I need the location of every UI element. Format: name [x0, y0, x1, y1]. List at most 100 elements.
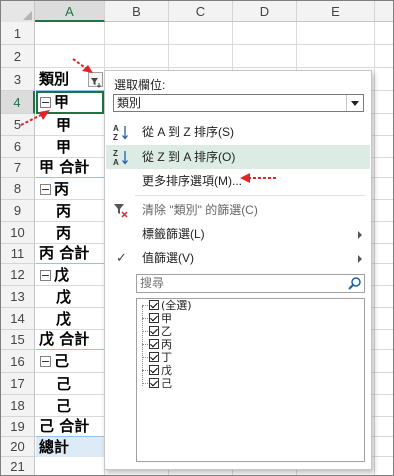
field-select-value: 類別 [117, 96, 142, 110]
sort-az-item[interactable]: A Z 從 A 到 Z 排序(S) [106, 120, 370, 144]
svg-text:Z: Z [113, 149, 118, 158]
list-item[interactable]: 戊 [142, 364, 172, 377]
pivot-item-cell[interactable]: 丙 [36, 178, 104, 200]
pivot-field-label: 類別 [39, 70, 70, 88]
pivot-cell[interactable]: 甲 [36, 114, 104, 136]
row-header-12[interactable]: 12 [1, 264, 35, 286]
list-item[interactable]: 己 [142, 377, 172, 390]
clear-filter-icon [114, 204, 128, 218]
list-item[interactable]: 乙 [142, 325, 172, 338]
sort-za-icon: Z A [113, 149, 128, 166]
clear-filter-item[interactable]: 清除 "類別" 的篩選(C) [106, 198, 370, 222]
collapse-icon[interactable] [40, 356, 51, 367]
row-header-17[interactable]: 17 [1, 373, 35, 395]
submenu-arrow-icon [358, 255, 362, 263]
pivot-item-cell[interactable]: 甲 [36, 91, 104, 114]
pivot-cell[interactable]: 甲 [36, 136, 104, 158]
filter-dropdown-button[interactable] [88, 72, 103, 88]
row-header-11[interactable]: 11 [1, 244, 35, 264]
search-box[interactable] [136, 274, 365, 293]
row-header-21[interactable]: 21 [1, 457, 35, 475]
list-item[interactable]: 甲 [142, 312, 172, 325]
more-sort-options-item[interactable]: 更多排序選項(M)... [106, 169, 370, 193]
label-filter-item[interactable]: 標籤篩選(L) [106, 222, 370, 246]
checkbox[interactable] [149, 365, 159, 375]
search-input[interactable] [137, 275, 340, 291]
filter-item-list: (全選) 甲 乙 丙 丁 戊 己 [136, 298, 365, 462]
row-header-6[interactable]: 6 [1, 136, 35, 158]
column-header-d[interactable]: D [233, 1, 297, 22]
pivot-cell[interactable]: 戊 [36, 286, 104, 308]
svg-text:Z: Z [113, 133, 118, 141]
list-item-label: 己 [161, 377, 172, 390]
pivot-item-cell[interactable]: 己 [36, 350, 104, 373]
collapse-icon[interactable] [40, 97, 51, 108]
row-header-13[interactable]: 13 [1, 286, 35, 308]
row-header-18[interactable]: 18 [1, 395, 35, 417]
pivot-cell[interactable]: 己 [36, 373, 104, 395]
pivot-cell[interactable]: 丙 [36, 200, 104, 222]
list-item[interactable]: 丁 [142, 351, 172, 364]
row-header-5[interactable]: 5 [1, 114, 35, 136]
row-header-20[interactable]: 20 [1, 437, 35, 457]
subtotal-cell[interactable]: 戊 合計 [36, 329, 104, 350]
row-header-14[interactable]: 14 [1, 308, 35, 330]
gridline [35, 44, 393, 45]
pivot-cell[interactable]: 丙 [36, 222, 104, 244]
list-item[interactable]: 丙 [142, 338, 172, 351]
pivot-item-cell[interactable]: 戊 [36, 264, 104, 286]
subtotal-cell[interactable]: 丙 合計 [36, 243, 104, 264]
field-select[interactable]: 類別 [113, 94, 364, 112]
list-item-select-all[interactable]: (全選) [142, 299, 192, 312]
pivot-cell[interactable]: 戊 [36, 308, 104, 330]
column-header-c[interactable]: C [169, 1, 233, 22]
search-icon[interactable] [347, 276, 362, 291]
row-header-4[interactable]: 4 [1, 91, 35, 114]
row-header-10[interactable]: 10 [1, 222, 35, 244]
checkmark-icon: ✓ [116, 250, 127, 265]
pivot-item-label: 甲 [54, 93, 70, 111]
row-header-2[interactable]: 2 [1, 45, 35, 68]
checkbox[interactable] [149, 326, 159, 336]
menu-separator [135, 195, 365, 196]
subtotal-cell[interactable]: 己 合計 [36, 416, 104, 437]
pivot-item-label: 己 [54, 352, 70, 370]
column-header-e[interactable]: E [297, 1, 375, 22]
submenu-arrow-icon [358, 231, 362, 239]
pivot-item-label: 丙 [54, 180, 70, 198]
pivot-cell[interactable]: 己 [36, 395, 104, 417]
collapse-icon[interactable] [40, 270, 51, 281]
select-all-corner[interactable] [1, 1, 35, 23]
list-item-label: 戊 [161, 364, 172, 377]
column-header-f[interactable] [375, 1, 393, 22]
row-header-15[interactable]: 15 [1, 330, 35, 350]
row-header-19[interactable]: 19 [1, 417, 35, 437]
checkbox[interactable] [149, 300, 159, 310]
row-header-8[interactable]: 8 [1, 178, 35, 200]
column-header-b[interactable]: B [105, 1, 169, 22]
row-header-1[interactable]: 1 [1, 22, 35, 45]
checkbox[interactable] [149, 378, 159, 388]
more-sort-options-label: 更多排序選項(M)... [142, 174, 242, 188]
row-header-3[interactable]: 3 [1, 68, 35, 91]
grand-total-cell[interactable]: 總計 [36, 436, 104, 457]
subtotal-cell[interactable]: 甲 合計 [36, 157, 104, 178]
value-filter-item[interactable]: ✓ 值篩選(V) [106, 246, 370, 270]
row-header-16[interactable]: 16 [1, 350, 35, 373]
sort-az-icon: A Z [113, 124, 128, 141]
spreadsheet-window: A B C D E 1 2 3 4 5 6 7 8 9 10 11 12 13 … [0, 0, 394, 476]
row-header-9[interactable]: 9 [1, 200, 35, 222]
checkbox[interactable] [149, 339, 159, 349]
pivot-item-label: 戊 [54, 266, 70, 284]
list-item-label: 乙 [161, 325, 172, 338]
list-item-label: (全選) [161, 299, 192, 312]
svg-text:A: A [113, 124, 119, 133]
filter-icon [91, 78, 101, 88]
chevron-down-icon[interactable] [346, 95, 363, 111]
row-header-7[interactable]: 7 [1, 158, 35, 178]
column-header-a[interactable]: A [35, 1, 105, 22]
sort-za-item[interactable]: Z A 從 Z 到 A 排序(O) [106, 145, 370, 169]
checkbox[interactable] [149, 352, 159, 362]
collapse-icon[interactable] [40, 184, 51, 195]
checkbox[interactable] [149, 313, 159, 323]
